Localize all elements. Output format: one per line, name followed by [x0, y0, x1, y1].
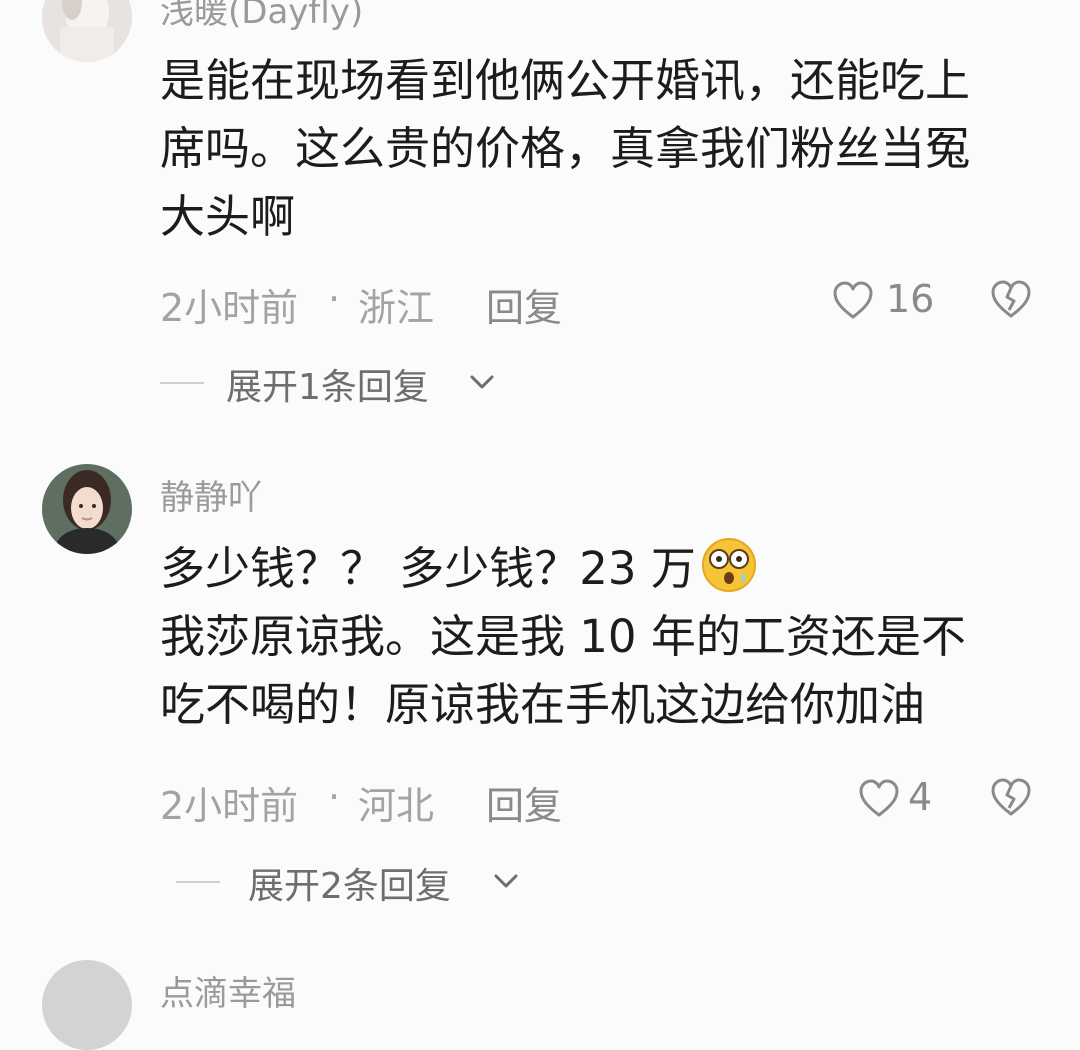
chevron-down-icon	[470, 375, 494, 389]
expand-replies-button[interactable]: 展开1条回复	[160, 358, 520, 408]
heart-outline-icon	[833, 281, 873, 319]
comment-text: 多少钱？？ 多少钱？23 万 我莎原谅我。这是我 10 年的工资还是不 吃不喝的…	[160, 535, 1050, 739]
like-count: 16	[886, 277, 935, 321]
astonished-face-emoji-icon	[701, 538, 756, 592]
comment-line: 是能在现场看到他俩公开婚讯，还能吃上	[160, 54, 971, 107]
avatar[interactable]	[42, 960, 132, 1050]
comment-line: 多少钱？？ 多少钱？23 万	[160, 535, 1050, 603]
separator: ·	[328, 277, 341, 321]
divider-line	[176, 881, 220, 883]
expand-label: 展开1条回复	[226, 367, 429, 408]
reply-button[interactable]: 回复	[486, 277, 562, 332]
reply-button[interactable]: 回复	[486, 775, 562, 830]
timestamp: 2小时前	[160, 286, 299, 330]
broken-heart-icon[interactable]	[990, 279, 1032, 321]
expand-label: 展开2条回复	[248, 866, 451, 907]
region-label: 浙江	[358, 286, 435, 330]
broken-heart-icon[interactable]	[990, 777, 1032, 819]
timestamp: 2小时前	[160, 784, 299, 828]
expand-replies-button[interactable]: 展开2条回复	[160, 857, 540, 907]
comment-line: 大头啊	[160, 190, 296, 243]
avatar[interactable]	[42, 0, 132, 62]
comment-line: 吃不喝的！原谅我在手机这边给你加油	[160, 678, 926, 731]
comment-line-text: 多少钱？？ 多少钱？23 万	[160, 542, 696, 595]
username[interactable]: 浅暖(Dayfly)	[160, 0, 363, 33]
username[interactable]: 静静吖	[160, 470, 262, 519]
like-button[interactable]: 4	[858, 775, 948, 825]
avatar[interactable]	[42, 464, 132, 554]
comment-line: 我莎原谅我。这是我 10 年的工资还是不	[160, 610, 966, 663]
like-count: 4	[908, 775, 933, 819]
like-button[interactable]: 16	[832, 277, 942, 327]
divider-line	[160, 382, 204, 384]
username[interactable]: 点滴幸福	[160, 966, 296, 1015]
heart-outline-icon	[859, 779, 899, 817]
comment-meta: 2小时前 · 浙江 回复 16	[160, 277, 1040, 330]
region-label: 河北	[358, 784, 435, 828]
separator: ·	[328, 775, 341, 819]
comment-line: 席吗。这么贵的价格，真拿我们粉丝当冤	[160, 122, 971, 175]
chevron-down-icon	[494, 874, 518, 888]
comment-meta: 2小时前 · 河北 回复 4	[160, 775, 1040, 828]
comment-text: 是能在现场看到他俩公开婚讯，还能吃上 席吗。这么贵的价格，真拿我们粉丝当冤 大头…	[160, 47, 1050, 251]
